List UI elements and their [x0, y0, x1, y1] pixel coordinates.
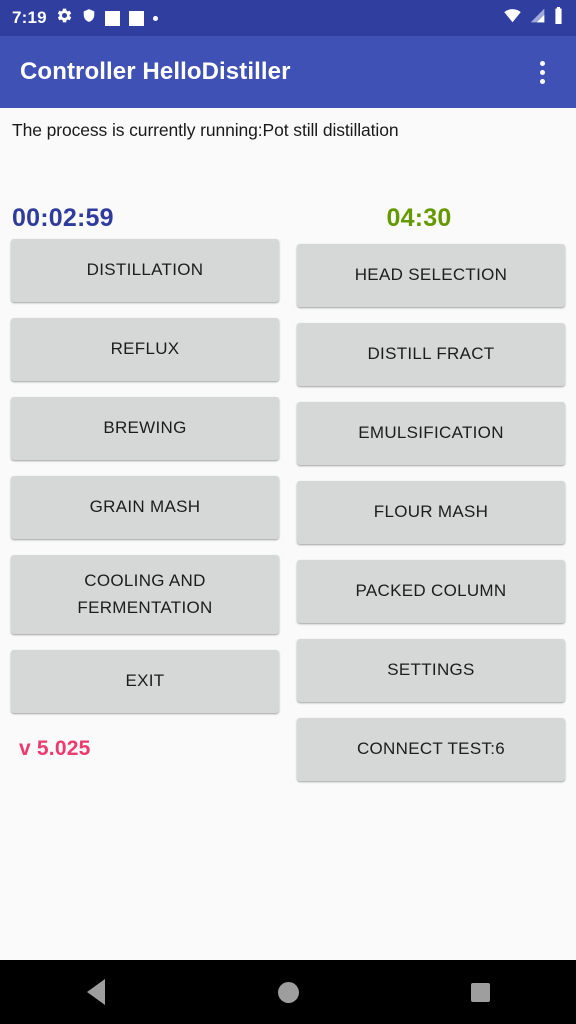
- process-status-text: The process is currently running:Pot sti…: [12, 120, 399, 140]
- action-button-left-2[interactable]: BREWING: [11, 397, 279, 460]
- action-button-right-0[interactable]: HEAD SELECTION: [297, 244, 565, 307]
- action-button-right-3[interactable]: FLOUR MASH: [297, 481, 565, 544]
- overflow-dot: [539, 78, 545, 84]
- elapsed-timer: 00:02:59: [12, 204, 114, 232]
- status-bar-left: 7:19: [12, 7, 503, 29]
- home-circle-icon[interactable]: [228, 960, 348, 1024]
- version-label: v 5.025: [19, 737, 91, 760]
- status-bar: 7:19: [0, 0, 576, 36]
- dot-icon: [152, 15, 158, 21]
- recents-square-icon[interactable]: [420, 960, 540, 1024]
- android-navigation-bar: [0, 960, 576, 1024]
- status-bar-clock: 7:19: [12, 8, 47, 27]
- page-title: Controller HelloDistiller: [20, 58, 291, 85]
- action-button-left-0[interactable]: DISTILLATION: [11, 239, 279, 302]
- overflow-dot: [539, 69, 545, 75]
- back-triangle-icon[interactable]: [36, 960, 156, 1024]
- wifi-icon: [503, 8, 522, 28]
- shield-icon: [82, 7, 96, 29]
- action-button-right-2[interactable]: EMULSIFICATION: [297, 402, 565, 465]
- action-button-left-4[interactable]: COOLING AND FERMENTATION: [11, 555, 279, 634]
- action-button-left-3[interactable]: GRAIN MASH: [11, 476, 279, 539]
- action-button-right-4[interactable]: PACKED COLUMN: [297, 560, 565, 623]
- cellular-signal-icon: [529, 8, 546, 28]
- remaining-timer: 04:30: [386, 204, 452, 232]
- action-button-left-5[interactable]: EXIT: [11, 650, 279, 713]
- overflow-dot: [539, 60, 545, 66]
- main-content: The process is currently running:Pot sti…: [0, 108, 576, 960]
- right-button-column: HEAD SELECTION DISTILL FRACT EMULSIFICATIO…: [297, 239, 565, 797]
- square-icon: [128, 10, 144, 26]
- action-button-right-1[interactable]: DISTILL FRACT: [297, 323, 565, 386]
- button-grid: DISTILLATION REFLUX BREWING GRAIN MASH COOLI…: [0, 239, 576, 797]
- timers-row: 00:02:59 04:30: [0, 204, 576, 233]
- square-icon: [104, 10, 120, 26]
- more-vertical-icon[interactable]: [522, 48, 562, 96]
- app-bar: Controller HelloDistiller: [0, 36, 576, 108]
- action-button-right-5[interactable]: SETTINGS: [297, 639, 565, 702]
- action-button-right-6[interactable]: CONNECT TEST:6: [297, 718, 565, 781]
- action-button-left-1[interactable]: REFLUX: [11, 318, 279, 381]
- status-bar-right: [503, 7, 564, 29]
- gear-icon: [56, 7, 73, 29]
- battery-icon: [553, 7, 564, 29]
- left-button-column: DISTILLATION REFLUX BREWING GRAIN MASH COOLI…: [11, 239, 279, 761]
